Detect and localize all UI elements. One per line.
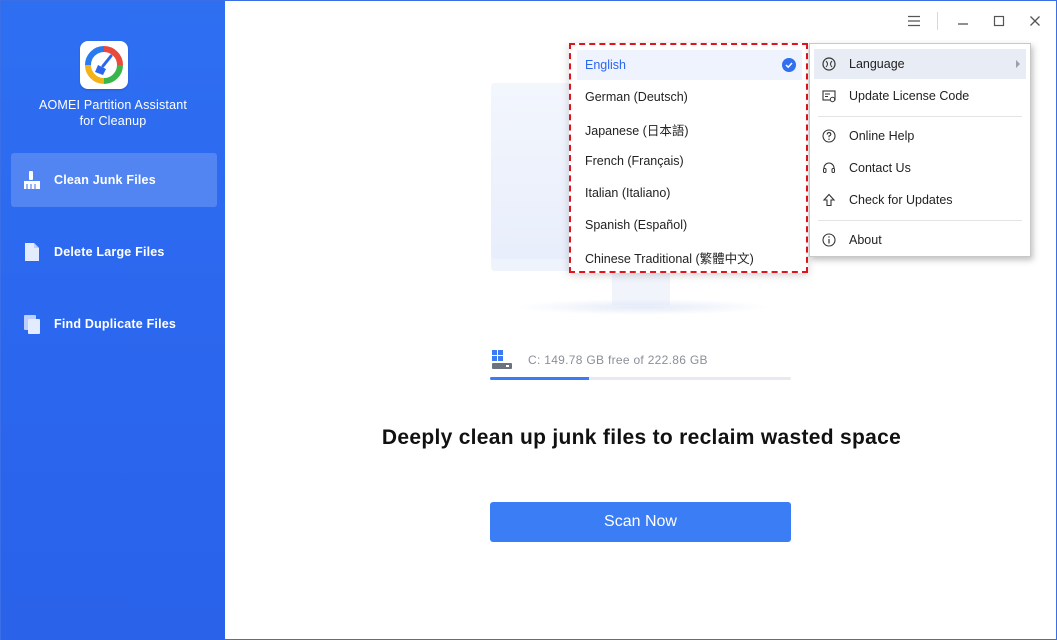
language-option-french[interactable]: French (Français) xyxy=(577,146,802,176)
file-icon xyxy=(21,241,43,263)
submenu-arrow-icon xyxy=(1016,60,1020,68)
app-window: AOMEI Partition Assistant for Cleanup Cl… xyxy=(0,0,1057,640)
sidebar-item-delete-large-files[interactable]: Delete Large Files xyxy=(11,225,217,279)
language-option-label: Japanese (日本語) xyxy=(585,123,689,138)
drive-usage-fill xyxy=(490,377,590,380)
checkmark-icon xyxy=(782,58,796,72)
minimize-icon xyxy=(958,23,968,25)
menu-item-label: Update License Code xyxy=(849,89,970,103)
app-logo xyxy=(80,41,128,89)
language-option-chinese-traditional[interactable]: Chinese Traditional (繁體中文) xyxy=(577,242,802,272)
drive-usage-bar xyxy=(490,377,791,380)
close-button[interactable] xyxy=(1022,9,1048,33)
headset-icon xyxy=(821,160,837,176)
sidebar: AOMEI Partition Assistant for Cleanup Cl… xyxy=(1,1,225,640)
disk-drive-icon xyxy=(491,349,513,371)
language-option-german[interactable]: German (Deutsch) xyxy=(577,82,802,112)
hamburger-icon xyxy=(908,15,920,27)
minimize-button[interactable] xyxy=(950,9,976,33)
globe-icon xyxy=(821,56,837,72)
menu-item-label: Contact Us xyxy=(849,161,911,175)
menu-item-label: About xyxy=(849,233,882,247)
menu-item-check-for-updates[interactable]: Check for Updates xyxy=(814,185,1026,215)
menu-item-label: Language xyxy=(849,57,905,71)
language-option-label: Spanish (Español) xyxy=(585,218,688,232)
license-icon xyxy=(821,88,837,104)
menu-item-label: Online Help xyxy=(849,129,915,143)
language-submenu: English German (Deutsch) Japanese (日本語) … xyxy=(569,43,808,273)
monitor-base xyxy=(516,299,770,315)
language-option-japanese[interactable]: Japanese (日本語) xyxy=(577,114,802,144)
menu-divider xyxy=(818,220,1022,221)
menu-item-online-help[interactable]: Online Help xyxy=(814,121,1026,151)
sidebar-item-label: Delete Large Files xyxy=(54,245,165,259)
menu-item-contact-us[interactable]: Contact Us xyxy=(814,153,1026,183)
broom-icon xyxy=(21,169,43,191)
maximize-icon xyxy=(993,15,1005,27)
sidebar-item-clean-junk-files[interactable]: Clean Junk Files xyxy=(11,153,217,207)
upload-arrow-icon xyxy=(821,192,837,208)
language-option-english[interactable]: English xyxy=(577,50,802,80)
language-option-label: Italian (Italiano) xyxy=(585,186,671,200)
scan-now-button[interactable]: Scan Now xyxy=(490,502,791,542)
cleanup-logo-icon xyxy=(85,46,123,84)
menu-button[interactable] xyxy=(901,9,927,33)
language-option-label: French (Français) xyxy=(585,154,684,168)
menu-divider xyxy=(818,116,1022,117)
info-icon xyxy=(821,232,837,248)
language-option-label: German (Deutsch) xyxy=(585,90,688,104)
menu-item-update-license-code[interactable]: Update License Code xyxy=(814,81,1026,111)
help-icon xyxy=(821,128,837,144)
close-icon xyxy=(1030,16,1040,26)
menu-item-label: Check for Updates xyxy=(849,193,953,207)
drive-space-label: C: 149.78 GB free of 222.86 GB xyxy=(528,353,708,367)
settings-menu: Language Update License Code Online Help… xyxy=(809,43,1031,257)
menu-item-about[interactable]: About xyxy=(814,225,1026,255)
sidebar-item-label: Find Duplicate Files xyxy=(54,317,177,331)
app-title: AOMEI Partition Assistant for Cleanup xyxy=(1,97,225,129)
language-option-spanish[interactable]: Spanish (Español) xyxy=(577,210,802,240)
language-option-label: Chinese Traditional (繁體中文) xyxy=(585,251,754,266)
language-option-label: English xyxy=(585,58,626,72)
menu-item-language[interactable]: Language xyxy=(814,49,1026,79)
titlebar-divider xyxy=(937,12,938,30)
main-headline: Deeply clean up junk files to reclaim wa… xyxy=(381,426,902,449)
sidebar-item-find-duplicate-files[interactable]: Find Duplicate Files xyxy=(11,297,217,351)
language-option-italian[interactable]: Italian (Italiano) xyxy=(577,178,802,208)
sidebar-item-label: Clean Junk Files xyxy=(54,173,156,187)
app-title-line1: AOMEI Partition Assistant xyxy=(38,98,188,112)
duplicate-files-icon xyxy=(21,313,43,335)
maximize-button[interactable] xyxy=(986,9,1012,33)
app-title-line2: for Cleanup xyxy=(79,114,147,128)
